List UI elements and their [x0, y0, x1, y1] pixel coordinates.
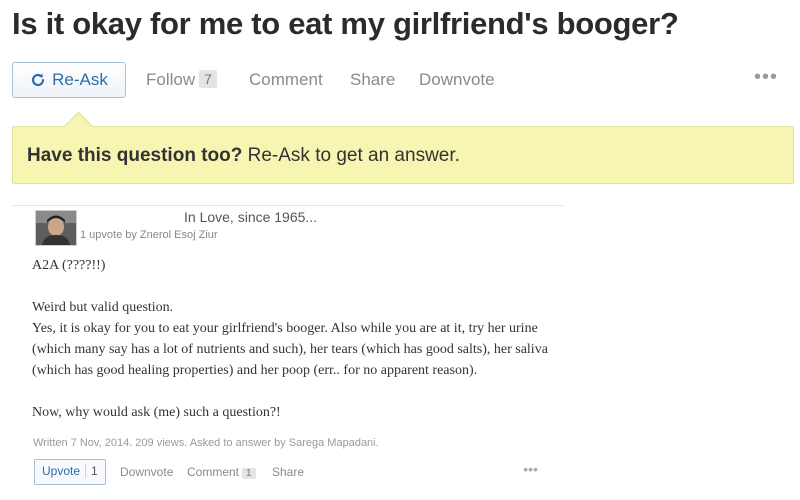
upvote-label: Upvote [42, 464, 81, 478]
answer-paragraph: Yes, it is okay for you to eat your girl… [32, 321, 548, 378]
banner-caret [63, 111, 94, 142]
answer-body: A2A (????!!) Weird but valid question. Y… [32, 255, 562, 423]
more-options-icon[interactable]: ••• [754, 66, 778, 89]
answer-comment-count: 1 [242, 468, 256, 479]
user-avatar[interactable] [35, 210, 77, 246]
banner-reask-text: Re-Ask to get an answer. [242, 145, 460, 166]
answer-meta: Written 7 Nov, 2014. 209 views. Asked to… [33, 437, 379, 449]
question-title: Is it okay for me to eat my girlfriend's… [12, 6, 679, 41]
answer-share-button[interactable]: Share [272, 465, 304, 479]
comment-button[interactable]: Comment [249, 70, 323, 90]
banner-question-text: Have this question too? [27, 145, 243, 166]
reask-button[interactable]: Re-Ask [12, 62, 126, 98]
answer-divider [12, 205, 564, 206]
answer-comment-button[interactable]: Comment 1 [187, 465, 256, 479]
downvote-button[interactable]: Downvote [419, 70, 495, 90]
upvote-button[interactable]: Upvote 1 [34, 459, 106, 485]
author-credential: In Love, since 1965... [184, 209, 318, 225]
upvote-note[interactable]: 1 upvote by Znerol Esoj Ziur [80, 229, 218, 241]
follow-label: Follow [146, 70, 196, 89]
follow-count: 7 [199, 70, 217, 88]
upvote-count: 1 [85, 464, 98, 478]
follow-button[interactable]: Follow 7 [146, 70, 217, 90]
answer-downvote-button[interactable]: Downvote [120, 465, 173, 479]
answer-comment-label: Comment [187, 465, 240, 479]
answer-action-bar: Upvote 1 Downvote Comment 1 Share ••• [34, 459, 564, 485]
question-action-bar: Re-Ask Follow 7 Comment Share Downvote ••… [12, 62, 788, 100]
reask-banner: Have this question too? Re-Ask to get an… [12, 111, 794, 184]
answer-paragraph: Weird but valid question. [32, 300, 174, 315]
refresh-icon [30, 72, 46, 88]
answer-paragraph: A2A (????!!) [32, 258, 106, 273]
share-button[interactable]: Share [350, 70, 395, 90]
answer-paragraph: Now, why would ask (me) such a question?… [32, 405, 281, 420]
answer-more-icon[interactable]: ••• [523, 461, 538, 477]
reask-label: Re-Ask [52, 70, 108, 89]
